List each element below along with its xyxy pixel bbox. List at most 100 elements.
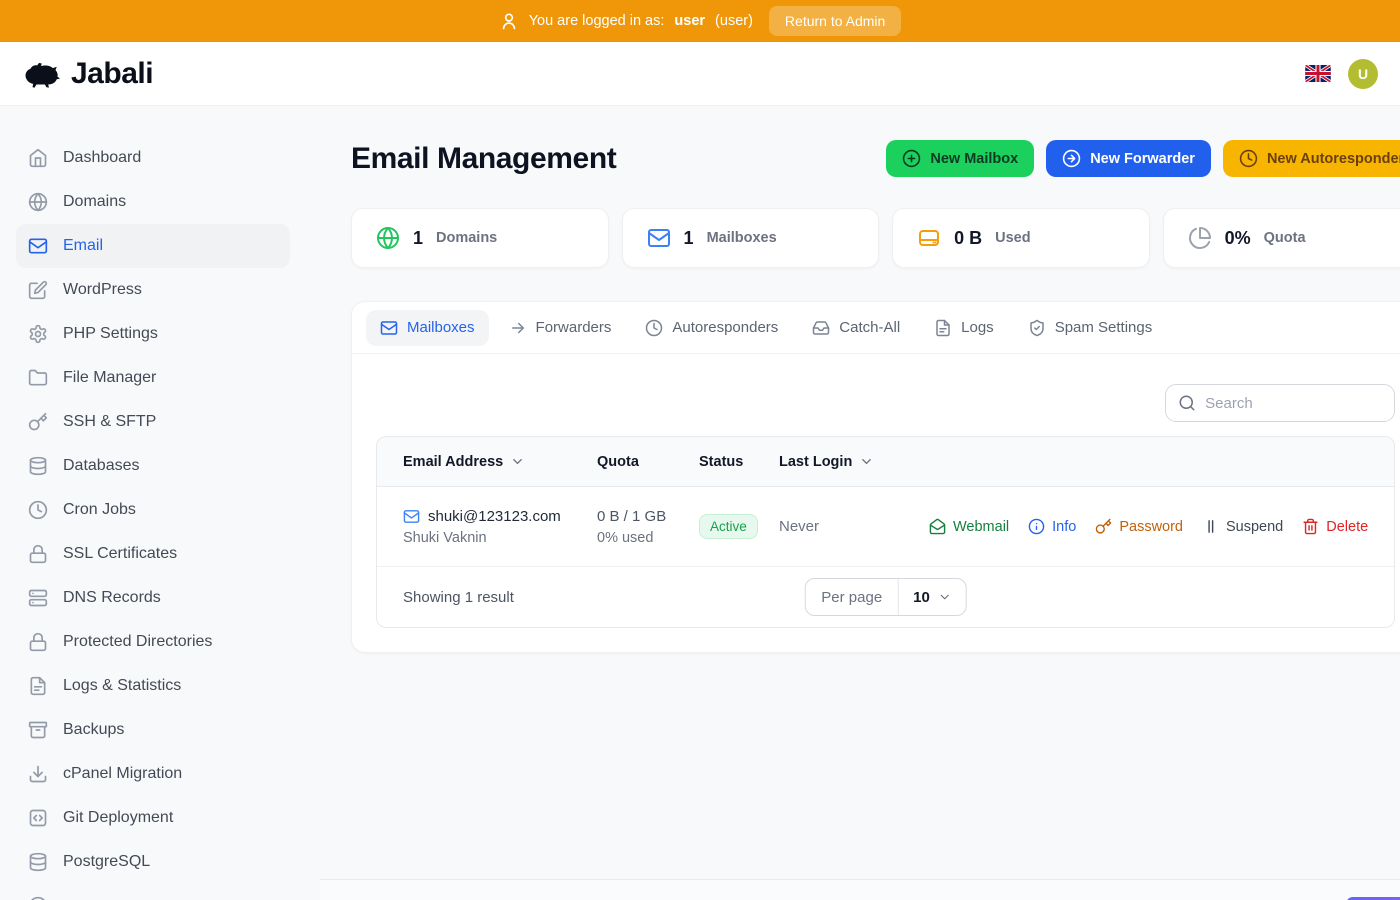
- tab-catch-all[interactable]: Catch-All: [798, 310, 914, 346]
- tab-logs[interactable]: Logs: [920, 310, 1008, 346]
- trash-icon: [1303, 518, 1318, 535]
- sidebar-item-email[interactable]: Email: [16, 224, 290, 268]
- stat-card-domains: 1 Domains: [351, 208, 609, 268]
- mailbox-owner-name: Shuki Vaknin: [403, 529, 487, 546]
- table-footer: Showing 1 result Per page 10: [377, 567, 1394, 627]
- sidebar-item-label: Cron Jobs: [63, 501, 136, 518]
- tab-bar: Mailboxes Forwarders Autoresponders Catc…: [352, 302, 1400, 354]
- logged-in-username: user: [674, 13, 706, 29]
- globe-icon: [28, 192, 48, 212]
- sidebar-item-ssl-certificates[interactable]: SSL Certificates: [16, 532, 290, 576]
- sidebar-item-dns-records[interactable]: DNS Records: [16, 576, 290, 620]
- sidebar-item-postgresql[interactable]: PostgreSQL: [16, 840, 290, 884]
- button-label: New Mailbox: [930, 150, 1019, 167]
- row-actions: Webmail Info Password Suspend Delete: [929, 518, 1368, 535]
- sidebar-item-label: PostgreSQL: [63, 853, 151, 870]
- pause-icon: [1208, 520, 1214, 533]
- clock-icon: [646, 319, 663, 336]
- new-forwarder-button[interactable]: New Forwarder: [1046, 140, 1211, 177]
- archive-icon: [28, 721, 48, 739]
- sidebar: Dashboard Domains Email WordPress PHP Se…: [0, 106, 320, 900]
- sidebar-item-backups[interactable]: Backups: [16, 708, 290, 752]
- sidebar-item-label: Git Deployment: [63, 809, 174, 826]
- info-button[interactable]: Info: [1028, 518, 1076, 535]
- user-icon: [502, 13, 515, 30]
- sidebar-item-php-settings[interactable]: PHP Settings: [16, 312, 290, 356]
- sidebar-item-partial[interactable]: [16, 884, 290, 900]
- column-header-email[interactable]: Email Address: [403, 454, 597, 470]
- stat-value: 1: [683, 227, 694, 248]
- shield-check-icon: [1029, 319, 1044, 336]
- sidebar-item-logs-statistics[interactable]: Logs & Statistics: [16, 664, 290, 708]
- sidebar-item-git-deployment[interactable]: Git Deployment: [16, 796, 290, 840]
- key-icon: [1096, 518, 1112, 534]
- chevron-down-icon: [862, 459, 872, 464]
- sidebar-item-label: SSL Certificates: [63, 545, 178, 562]
- sidebar-item-file-manager[interactable]: File Manager: [16, 356, 290, 400]
- tab-label: Spam Settings: [1054, 319, 1153, 336]
- sidebar-item-label: Logs & Statistics: [63, 677, 182, 694]
- stat-value: 0 B: [954, 227, 983, 248]
- sidebar-item-protected-directories[interactable]: Protected Directories: [16, 620, 290, 664]
- password-button[interactable]: Password: [1095, 518, 1183, 535]
- search-input[interactable]: [1205, 394, 1383, 412]
- new-mailbox-button[interactable]: New Mailbox: [886, 140, 1035, 177]
- column-header-quota: Quota: [597, 454, 699, 470]
- action-label: Suspend: [1226, 518, 1284, 535]
- sidebar-item-domains[interactable]: Domains: [16, 180, 290, 224]
- webmail-button[interactable]: Webmail: [929, 518, 1009, 535]
- mailbox-quota-used: 0% used: [597, 529, 654, 546]
- column-label: Quota: [597, 453, 639, 470]
- suspend-button[interactable]: Suspend: [1202, 518, 1283, 535]
- tab-autoresponders[interactable]: Autoresponders: [631, 310, 792, 346]
- stat-card-mailboxes: 1 Mailboxes: [621, 208, 880, 268]
- stats-row: 1 Domains 1 Mailboxes 0 B Used 0% Quota: [351, 208, 1400, 268]
- tab-label: Catch-All: [839, 319, 901, 336]
- download-icon: [29, 765, 47, 783]
- return-to-admin-button[interactable]: Return to Admin: [768, 6, 902, 36]
- per-page-selector[interactable]: Per page 10: [804, 578, 967, 616]
- sidebar-item-dashboard[interactable]: Dashboard: [16, 136, 290, 180]
- search-box: [1165, 384, 1396, 422]
- uk-flag-icon[interactable]: [1305, 65, 1331, 82]
- user-avatar[interactable]: U: [1348, 58, 1378, 89]
- brand-logo[interactable]: Jabali: [22, 57, 154, 91]
- key-icon: [28, 412, 48, 431]
- sidebar-item-label: Backups: [63, 721, 125, 738]
- sidebar-item-label: Databases: [63, 457, 140, 474]
- tab-label: Forwarders: [535, 319, 612, 336]
- mail-icon: [647, 229, 670, 247]
- logged-in-message: You are logged in as: user (user): [499, 11, 753, 31]
- column-header-last-login[interactable]: Last Login: [779, 454, 929, 470]
- new-autoresponder-button[interactable]: New Autoresponder: [1222, 140, 1400, 177]
- sidebar-item-label: Email: [63, 237, 104, 254]
- sidebar-item-label: cPanel Migration: [63, 765, 183, 782]
- tab-forwarders[interactable]: Forwarders: [495, 310, 626, 346]
- button-label: New Forwarder: [1090, 150, 1195, 167]
- lock-icon: [29, 632, 47, 652]
- sidebar-item-wordpress[interactable]: WordPress: [16, 268, 290, 312]
- delete-button[interactable]: Delete: [1302, 518, 1368, 535]
- stat-label: Used: [995, 230, 1031, 246]
- stat-card-quota: 0% Quota: [1162, 208, 1400, 268]
- stat-card-used: 0 B Used: [892, 208, 1150, 268]
- action-label: Password: [1119, 518, 1183, 535]
- stat-label: Mailboxes: [706, 230, 777, 246]
- sidebar-item-label: Dashboard: [63, 149, 142, 166]
- sidebar-item-databases[interactable]: Databases: [16, 444, 290, 488]
- logged-in-role: (user): [715, 13, 753, 29]
- boar-logo-icon: [351, 896, 381, 900]
- sidebar-item-ssh-sftp[interactable]: SSH & SFTP: [16, 400, 290, 444]
- circle-icon: [31, 896, 45, 900]
- sidebar-item-label: SSH & SFTP: [63, 413, 157, 430]
- tab-mailboxes[interactable]: Mailboxes: [366, 309, 489, 346]
- table-row: shuki@123123.com Shuki Vaknin 0 B / 1 GB…: [377, 487, 1395, 567]
- tab-spam-settings[interactable]: Spam Settings: [1014, 310, 1167, 346]
- sidebar-item-label: Protected Directories: [63, 633, 213, 650]
- sidebar-item-cpanel-migration[interactable]: cPanel Migration: [16, 752, 290, 796]
- mail-icon: [28, 238, 48, 254]
- sidebar-item-cron-jobs[interactable]: Cron Jobs: [16, 488, 290, 532]
- stat-value: 0%: [1224, 227, 1251, 248]
- page-footer: Jabali Panel GitHub • © 2026 Jabali v0.9…: [320, 879, 1400, 900]
- mailbox-email: shuki@123123.com: [428, 507, 561, 525]
